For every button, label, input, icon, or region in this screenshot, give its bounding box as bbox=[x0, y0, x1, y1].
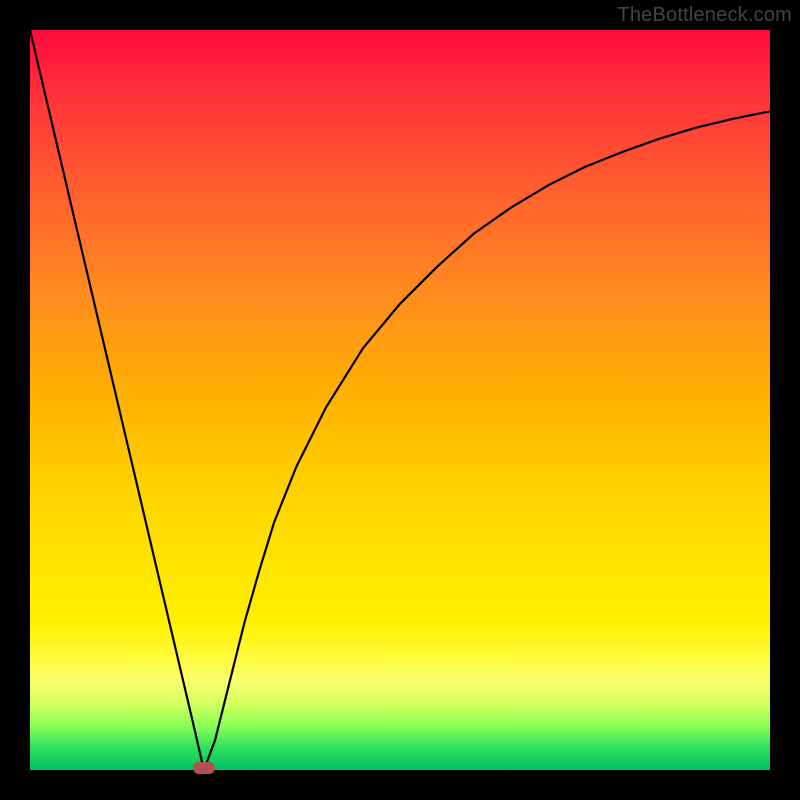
plot-area bbox=[30, 30, 770, 770]
watermark-label: TheBottleneck.com bbox=[617, 4, 792, 27]
bottleneck-curve bbox=[30, 30, 770, 770]
curve-path bbox=[30, 30, 770, 770]
chart-frame: TheBottleneck.com bbox=[0, 0, 800, 800]
optimal-point-marker bbox=[193, 762, 215, 774]
